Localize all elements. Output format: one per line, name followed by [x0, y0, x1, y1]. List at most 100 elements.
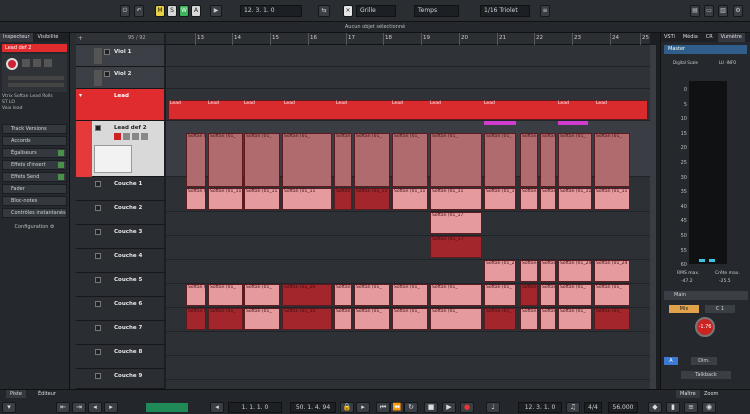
track-header[interactable]: Couche 9	[76, 369, 164, 389]
gear-icon[interactable]: ⚙	[50, 224, 54, 230]
monitor-icon[interactable]	[123, 133, 130, 140]
track-header-lead-def-2[interactable]: Lead def 2	[76, 121, 164, 177]
track-name[interactable]: Couche 6	[114, 301, 142, 307]
mixer-icon[interactable]: ≡	[684, 402, 698, 413]
audio-clip[interactable]: Softan (01_11	[392, 188, 428, 210]
configuration-link[interactable]: Configuration	[15, 224, 49, 230]
lock-icon[interactable]: 🔒	[340, 402, 354, 413]
audio-clip[interactable]: Softan (01_	[520, 133, 538, 187]
track-name[interactable]: Lead def 2	[114, 125, 147, 131]
position-display[interactable]: 12. 3. 1. 0	[518, 402, 562, 413]
record-enable-button[interactable]	[6, 58, 18, 70]
track-name[interactable]: Couche 7	[114, 325, 142, 331]
track-name[interactable]: Couche 4	[114, 253, 142, 259]
audio-clip[interactable]: Softan (01_	[430, 284, 482, 306]
record-icon[interactable]	[114, 133, 121, 140]
audio-clip[interactable]: Softan (01_	[594, 133, 630, 187]
clip-lead-folder[interactable]	[168, 100, 648, 120]
track-name[interactable]: Viol 2	[114, 71, 131, 77]
undo-icon[interactable]: ↶	[134, 5, 144, 17]
layout-bottom-icon[interactable]: ▭	[704, 5, 714, 17]
track-name[interactable]: Couche 8	[114, 349, 142, 355]
track-name[interactable]: Couche 5	[114, 277, 142, 283]
insert-item[interactable]: Voix lead	[2, 106, 67, 112]
locator-right-icon[interactable]: ▸	[356, 402, 370, 413]
audio-clip[interactable]: Softan (01_	[558, 308, 592, 330]
snap-icon[interactable]: ⇆	[318, 5, 330, 17]
position-field[interactable]: 12. 3. 1. 0	[240, 5, 302, 17]
lane-viol-1[interactable]	[166, 45, 650, 67]
section-send-effects[interactable]: Effets Send	[2, 172, 67, 182]
track-header[interactable]: Couche 5	[76, 273, 164, 297]
write-icon[interactable]	[141, 133, 148, 140]
monitor-icon[interactable]	[22, 59, 30, 67]
mix-button[interactable]: Mix	[669, 305, 699, 313]
dim-button[interactable]: Dim.	[691, 357, 717, 365]
metronome-icon[interactable]: ♩	[486, 402, 500, 413]
audio-clip[interactable]: Softan (01_11	[334, 188, 352, 210]
level-knob[interactable]: -1.76	[695, 317, 715, 337]
track-header[interactable]: Couche 6	[76, 297, 164, 321]
mute-icon[interactable]	[95, 253, 101, 259]
mute-icon[interactable]	[95, 301, 101, 307]
timeline-ruler[interactable]: 13 14 15 16 17 18 19 20 21 22 23 24 25	[166, 33, 650, 45]
track-header[interactable]: Couche 1	[76, 177, 164, 201]
audio-clip[interactable]: Softan (01_	[540, 308, 556, 330]
mute-icon[interactable]	[95, 181, 101, 187]
locator-left-icon[interactable]: ◂	[210, 402, 224, 413]
audio-clip[interactable]: Softan (01_11	[186, 188, 206, 210]
track-name[interactable]: Lead	[114, 93, 129, 99]
track-header-lead[interactable]: ▾ Lead	[76, 89, 164, 121]
audio-clip[interactable]: Softan (01_	[540, 133, 556, 187]
audio-clip[interactable]: Softan (01_21	[520, 260, 538, 282]
audio-clip[interactable]: Softan (01_	[392, 308, 428, 330]
audio-clip[interactable]: Softan (01_	[244, 284, 280, 306]
audio-clip[interactable]: Softan (01_	[208, 308, 243, 330]
audio-clip[interactable]: Softan (01_	[520, 308, 538, 330]
lane-viol-2[interactable]	[166, 67, 650, 89]
audio-clip[interactable]: Softan (01_	[558, 284, 592, 306]
audio-clip[interactable]: Softan (01_11	[558, 188, 592, 210]
mode-w-button[interactable]: W	[179, 5, 189, 17]
audio-clip[interactable]: Softan (01_	[558, 133, 592, 187]
grid-select[interactable]: Grille	[356, 5, 396, 17]
section-track-versions[interactable]: Track Versions	[2, 124, 67, 134]
left-locator-field[interactable]: 1. 1. 1. 0	[228, 402, 282, 413]
punch-in-icon[interactable]: ⇤	[56, 402, 70, 413]
section-quick-controls[interactable]: Contrôles instantanés	[2, 208, 67, 218]
track-name[interactable]: Couche 9	[114, 373, 142, 379]
layout-right-icon[interactable]: ▥	[718, 5, 728, 17]
section-chords[interactable]: Accords	[2, 136, 67, 146]
audio-clip[interactable]: Softan (01_	[282, 133, 332, 187]
volume-slider[interactable]	[8, 76, 64, 80]
tab-track[interactable]: Piste	[6, 390, 26, 398]
audio-clip[interactable]: Softan (01_	[520, 284, 538, 306]
mode-m-button[interactable]: M	[155, 5, 165, 17]
quantize-settings-icon[interactable]: ≡	[540, 5, 550, 17]
audio-clip[interactable]: Softan (01_17	[430, 236, 482, 258]
record-icon[interactable]: ●	[460, 402, 474, 413]
right-locator-field[interactable]: 50. 1. 4. 94	[290, 402, 336, 413]
audio-clip[interactable]: Softan (01_	[354, 308, 390, 330]
read-icon[interactable]	[33, 59, 41, 67]
markers-icon[interactable]: ▮	[666, 402, 680, 413]
audio-clip[interactable]: Softan (01_	[484, 284, 516, 306]
audio-clip[interactable]: Softan (01_11	[520, 188, 538, 210]
quantize-select[interactable]: 1/16 Triolet	[480, 5, 530, 17]
tab-vsti[interactable]: VSTi	[661, 33, 678, 42]
tab-meter[interactable]: Vumètre	[717, 33, 745, 42]
audio-clip[interactable]: Softan (01_24	[594, 260, 630, 282]
audio-clip[interactable]: Softan (01_11	[244, 188, 280, 210]
audio-clip[interactable]: Softan (01_	[334, 284, 352, 306]
audio-clip[interactable]: Softan (01_	[208, 284, 243, 306]
mute-icon[interactable]	[95, 277, 101, 283]
inspector-track-name[interactable]: Lead def 2	[2, 44, 67, 52]
audio-clip[interactable]: Softan (01_11	[484, 188, 516, 210]
track-header[interactable]: Viol 2	[76, 67, 164, 89]
pan-slider[interactable]	[8, 83, 64, 87]
audio-clip[interactable]: Softan (01_17	[430, 212, 482, 234]
track-name[interactable]: Couche 2	[114, 205, 142, 211]
mode-a-button[interactable]: A	[191, 5, 201, 17]
transport-menu-icon[interactable]: ▾	[2, 402, 16, 413]
audio-clip[interactable]: Softan (01_	[594, 308, 630, 330]
